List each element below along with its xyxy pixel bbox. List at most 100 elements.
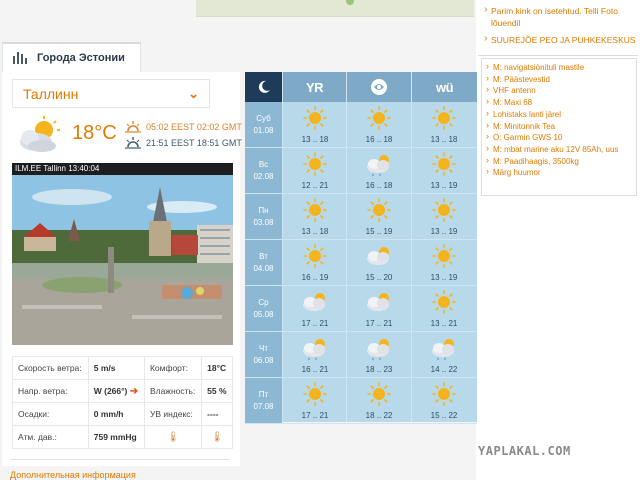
ad-link[interactable]: M: Maxi 68 bbox=[485, 97, 636, 109]
comfort-label: Комфорт: bbox=[143, 356, 203, 380]
ad-link[interactable]: M: Päästevestid bbox=[485, 74, 636, 86]
forecast-temperature: 16 .. 18 bbox=[365, 181, 393, 190]
stats-row: Атм. дав.: 759 mmHg 🌡 🌡 bbox=[12, 425, 233, 449]
source-tab-yr[interactable]: YR bbox=[283, 72, 346, 102]
sun-icon bbox=[363, 378, 395, 410]
top-banner[interactable] bbox=[196, 0, 474, 17]
forecast-day-cell: Пт 07.08 bbox=[245, 378, 282, 424]
sun-icon bbox=[428, 240, 460, 272]
sunset-time: 21:51 EEST 18:51 GMT bbox=[146, 138, 242, 148]
forecast-cell[interactable]: 13 .. 18 bbox=[283, 194, 347, 240]
source-tab-globe[interactable] bbox=[347, 72, 411, 102]
stats-row: Осадки: 0 mm/h УВ индекс: ---- bbox=[12, 402, 233, 426]
forecast-cell[interactable]: 15 .. 19 bbox=[347, 194, 411, 240]
forecast-date: 02.08 bbox=[253, 172, 274, 181]
forecast-cell[interactable]: 16 .. 18 bbox=[347, 102, 411, 148]
leaf-decoration bbox=[346, 0, 354, 5]
sun-icon bbox=[363, 194, 395, 226]
grid-line bbox=[282, 72, 283, 422]
sun-icon bbox=[299, 378, 331, 410]
cloud-rain-icon bbox=[363, 148, 395, 180]
ad-link[interactable]: M: Minitonnik Tea bbox=[485, 121, 636, 133]
forecast-temperature: 13 .. 18 bbox=[301, 227, 329, 236]
wind-arrow-icon: ➔ bbox=[129, 385, 139, 397]
forecast-temperature: 13 .. 18 bbox=[430, 135, 458, 144]
ad-link[interactable]: M: navigatsiònituli mastile bbox=[485, 62, 636, 74]
city-select[interactable]: Таллинн ⌄ bbox=[12, 79, 210, 108]
forecast-cell[interactable]: 16 .. 21 bbox=[283, 332, 347, 378]
ad-link[interactable]: Lohistaks lanti järel bbox=[485, 109, 636, 121]
city-select-value: Таллинн bbox=[23, 85, 79, 102]
sun-icon bbox=[299, 148, 331, 180]
sun-icon bbox=[363, 102, 395, 134]
buildings-icon bbox=[13, 52, 27, 64]
sunset-icon bbox=[125, 137, 141, 149]
ad-link[interactable]: Märg huumor bbox=[485, 167, 636, 179]
current-temperature: 18°C bbox=[72, 122, 117, 144]
forecast-cell[interactable]: 17 .. 21 bbox=[283, 286, 347, 332]
forecast-cell[interactable]: 15 .. 20 bbox=[347, 240, 411, 286]
forecast-day-name: Чт bbox=[259, 344, 268, 353]
partly-cloudy-icon bbox=[20, 116, 60, 152]
sun-icon bbox=[428, 286, 460, 318]
forecast-day-name: Вт bbox=[259, 252, 268, 261]
forecast-date: 03.08 bbox=[253, 218, 274, 227]
source-tab-moon[interactable] bbox=[245, 72, 282, 102]
sun-icon bbox=[428, 148, 460, 180]
forecast-temperature: 18 .. 23 bbox=[365, 365, 393, 374]
forecast-temperature: 17 .. 21 bbox=[365, 319, 393, 328]
sun-cloud-icon bbox=[363, 240, 395, 272]
forecast-cell[interactable]: 16 .. 18 bbox=[347, 148, 411, 194]
forecast-cell[interactable]: 18 .. 22 bbox=[347, 378, 411, 424]
forecast-temperature: 13 .. 21 bbox=[430, 319, 458, 328]
more-info-link[interactable]: Дополнительная информация bbox=[10, 470, 136, 480]
forecast-cell[interactable]: 12 .. 21 bbox=[283, 148, 347, 194]
forecast-cell[interactable]: 13 .. 18 bbox=[283, 102, 347, 148]
ad-link[interactable]: M: mbat marine aku 12V 85Ah, uus bbox=[485, 144, 636, 156]
cloud-rain-icon bbox=[299, 332, 331, 364]
source-tab-wu[interactable]: wü bbox=[412, 72, 477, 102]
current-weather-panel: Таллинн ⌄ 18°C 05:02 EEST 02:02 GMT 21:5… bbox=[2, 72, 242, 466]
wind-direction-cell: W (266°) ➔ bbox=[87, 379, 145, 403]
current-conditions: 18°C 05:02 EEST 02:02 GMT 21:51 EEST 18:… bbox=[12, 112, 242, 160]
forecast-cell[interactable]: 13 .. 19 bbox=[412, 148, 476, 194]
wind-direction-value: W (266°) bbox=[93, 385, 128, 396]
forecast-cell[interactable]: 18 .. 23 bbox=[347, 332, 411, 378]
tab-label: Города Эстонии bbox=[37, 52, 125, 64]
forecast-cell[interactable]: 14 .. 22 bbox=[412, 332, 476, 378]
forecast-cell[interactable]: 17 .. 21 bbox=[347, 286, 411, 332]
ad-link[interactable]: O: Garmin GWS 10 bbox=[485, 132, 636, 144]
forecast-temperature: 15 .. 20 bbox=[365, 273, 393, 282]
forecast-cell[interactable]: 15 .. 22 bbox=[412, 378, 476, 424]
cloud-rain-icon bbox=[363, 332, 395, 364]
forecast-temperature: 17 .. 21 bbox=[301, 411, 329, 420]
tab-estonian-cities[interactable]: Города Эстонии bbox=[2, 42, 141, 72]
pressure-value: 759 mmHg bbox=[87, 425, 145, 449]
forecast-cell[interactable]: 17 .. 21 bbox=[283, 378, 347, 424]
forecast-date: 04.08 bbox=[253, 264, 274, 273]
forecast-temperature: 18 .. 22 bbox=[365, 411, 393, 420]
forecast-temperature: 13 .. 19 bbox=[430, 227, 458, 236]
forecast-cell[interactable]: 13 .. 19 bbox=[412, 194, 476, 240]
thermometer-icon: 🌡 bbox=[143, 425, 203, 449]
wind-speed-label: Скорость ветра: bbox=[12, 356, 89, 380]
humidity-value: 55 % bbox=[201, 379, 233, 403]
forecast-day-cell: Суб 01.08 bbox=[245, 102, 282, 148]
forecast-cell[interactable]: 13 .. 18 bbox=[412, 102, 476, 148]
sunset-row: 21:51 EEST 18:51 GMT bbox=[125, 137, 242, 149]
moon-icon bbox=[258, 80, 270, 93]
ad-link[interactable]: VHF antenn bbox=[485, 85, 636, 97]
news-link[interactable]: SUUREJÕE PEO JA PUHKEKESKUS bbox=[484, 33, 636, 46]
news-link[interactable]: Parim kink on isetehtud. Telli Foto lõue… bbox=[484, 4, 636, 29]
webcam-image[interactable]: ILM.EE Tallinn 13:40:04 bbox=[12, 163, 233, 345]
forecast-cell[interactable]: 13 .. 19 bbox=[412, 240, 476, 286]
ad-link[interactable]: M: Paadihaagis, 3500kg bbox=[485, 156, 636, 168]
ads-box: M: navigatsiònituli mastileM: Päästevest… bbox=[481, 58, 637, 196]
grid-line bbox=[245, 423, 477, 424]
forecast-cell[interactable]: 16 .. 19 bbox=[283, 240, 347, 286]
thermometer-icon: 🌡 bbox=[201, 425, 233, 449]
divider bbox=[10, 459, 230, 460]
forecast-cell[interactable]: 13 .. 21 bbox=[412, 286, 476, 332]
yr-logo-icon: YR bbox=[305, 79, 324, 95]
forecast-temperature: 13 .. 19 bbox=[430, 181, 458, 190]
